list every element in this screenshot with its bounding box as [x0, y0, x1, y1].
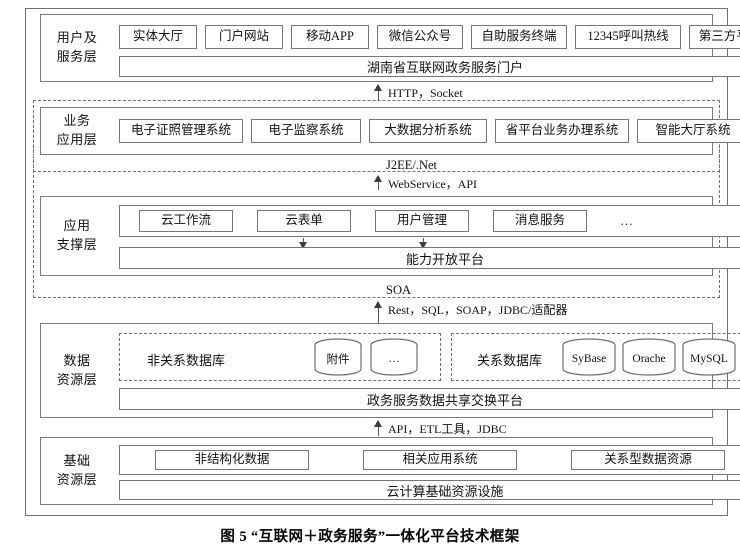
support-service-cloud-workflow[interactable]: 云工作流: [139, 210, 233, 232]
infra-unstructured-data[interactable]: 非结构化数据: [155, 450, 309, 470]
layer-data-resource-label: 数据 资源层: [41, 324, 113, 417]
layer-user-service-label-line1: 用户及: [56, 30, 98, 46]
connector-arrow-api-etl-jdbc: [374, 420, 382, 436]
layer-data-resource-body: 非关系数据库 附件 … 关系数据库 SyBase Orache MySQL 政务…: [113, 324, 740, 417]
sql-store-sybase[interactable]: SyBase: [561, 338, 617, 376]
group-label-soa: SOA: [386, 283, 412, 297]
layer-business-app-label-line2: 应用层: [56, 132, 98, 147]
layer-user-service: 用户及 服务层 实体大厅 门户网站 移动APP 微信公众号 自助服务终端 123…: [40, 14, 740, 82]
hunan-government-service-portal-bar[interactable]: 湖南省互联网政务服务门户: [119, 56, 740, 77]
support-service-user-management[interactable]: 用户管理: [375, 210, 469, 232]
connector-arrow-http-socket: [374, 84, 382, 100]
figure-canvas: 用户及 服务层 实体大厅 门户网站 移动APP 微信公众号 自助服务终端 123…: [0, 0, 740, 552]
layer-data-resource-label-line2: 资源层: [56, 371, 98, 387]
capability-open-platform-bar[interactable]: 能力开放平台: [119, 247, 740, 269]
layer-business-app-body: 电子证照管理系统 电子监察系统 大数据分析系统 省平台业务办理系统 智能大厅系统: [113, 108, 740, 154]
layer-app-support-label: 应用 支撑层: [41, 197, 113, 275]
sql-store-sybase-label: SyBase: [571, 353, 607, 365]
service-channel-entity-hall[interactable]: 实体大厅: [119, 25, 197, 49]
support-service-message-service[interactable]: 消息服务: [493, 210, 587, 232]
figure-caption: 图 5 “互联网＋政务服务”一体化平台技术框架: [220, 529, 520, 545]
layer-app-support-label-line2: 支撑层: [56, 237, 98, 252]
layer-infra-resource-label-line2: 资源层: [56, 472, 98, 487]
support-service-cloud-form[interactable]: 云表单: [257, 210, 351, 232]
nosql-store-attachment-label: 附件: [326, 354, 350, 366]
sql-store-mysql-label: MySQL: [690, 353, 728, 365]
nosql-store-more[interactable]: …: [369, 338, 419, 376]
nosql-store-more-label: …: [388, 353, 400, 365]
service-channel-wechat-official[interactable]: 微信公众号: [377, 25, 463, 49]
layer-infra-resource-label-line1: 基础: [63, 453, 91, 469]
layer-user-service-label: 用户及 服务层: [41, 15, 113, 81]
layer-data-resource-label-line1: 数据: [63, 352, 91, 368]
layer-business-app: 业务 应用层 电子证照管理系统 电子监察系统 大数据分析系统 省平台业务办理系统…: [40, 107, 740, 155]
app-smart-hall-system[interactable]: 智能大厅系统: [637, 119, 740, 143]
sql-store-oracle[interactable]: Orache: [621, 338, 677, 376]
support-service-more-ellipsis: …: [620, 213, 634, 228]
nosql-group-label: 非关系数据库: [147, 353, 226, 368]
layer-data-resource: 数据 资源层 非关系数据库 附件 … 关系数据库 SyBase Orache M…: [40, 323, 740, 418]
service-channel-third-party-platform[interactable]: 第三方平台: [689, 25, 740, 49]
service-channel-12345-hotline[interactable]: 12345呼叫热线: [575, 25, 681, 49]
layer-infra-resource-body: 非结构化数据 相关应用系统 关系型数据资源 云计算基础资源设施: [113, 438, 740, 504]
layer-user-service-label-line2: 服务层: [56, 49, 98, 64]
cloud-computing-infrastructure-bar[interactable]: 云计算基础资源设施: [119, 480, 740, 500]
layer-business-app-label-line1: 业务: [63, 113, 91, 129]
connector-label-http-socket: HTTP，Socket: [388, 86, 463, 100]
layer-app-support-body: 云工作流 云表单 用户管理 消息服务 … 能力开放平台: [113, 197, 740, 275]
sql-store-mysql[interactable]: MySQL: [681, 338, 737, 376]
sql-store-oracle-label: Orache: [632, 353, 666, 365]
sql-group-label: 关系数据库: [477, 353, 543, 368]
connector-label-api-etl-jdbc: API，ETL工具，JDBC: [388, 422, 507, 436]
nosql-store-attachment[interactable]: 附件: [313, 338, 363, 376]
service-channel-mobile-app[interactable]: 移动APP: [291, 25, 369, 49]
infra-related-application-systems[interactable]: 相关应用系统: [363, 450, 517, 470]
layer-app-support: 应用 支撑层 云工作流 云表单 用户管理 消息服务 … 能力开放平台: [40, 196, 740, 276]
app-big-data-analysis[interactable]: 大数据分析系统: [369, 119, 487, 143]
group-label-j2ee-dotnet: J2EE/.Net: [386, 158, 438, 172]
connector-label-webservice-api: WebService，API: [388, 177, 478, 191]
layer-infra-resource-label: 基础 资源层: [41, 438, 113, 504]
connector-label-rest-sql-soap-jdbc: Rest，SQL，SOAP，JDBC/适配器: [388, 303, 568, 317]
connector-arrow-rest-sql-soap-jdbc: [374, 301, 382, 323]
layer-app-support-label-line1: 应用: [63, 218, 91, 234]
app-electronic-supervision[interactable]: 电子监察系统: [251, 119, 361, 143]
layer-infra-resource: 基础 资源层 非结构化数据 相关应用系统 关系型数据资源 云计算基础资源设施: [40, 437, 740, 505]
government-data-sharing-exchange-platform-bar[interactable]: 政务服务数据共享交换平台: [119, 388, 740, 410]
service-channel-portal-website[interactable]: 门户网站: [205, 25, 283, 49]
app-provincial-platform-business[interactable]: 省平台业务办理系统: [495, 119, 629, 143]
layer-business-app-label: 业务 应用层: [41, 108, 113, 154]
app-electronic-license-management[interactable]: 电子证照管理系统: [119, 119, 243, 143]
layer-user-service-body: 实体大厅 门户网站 移动APP 微信公众号 自助服务终端 12345呼叫热线 第…: [113, 15, 740, 81]
connector-arrow-webservice-api: [374, 175, 382, 190]
service-channel-self-service-terminal[interactable]: 自助服务终端: [471, 25, 567, 49]
infra-relational-data-resources[interactable]: 关系型数据资源: [571, 450, 725, 470]
